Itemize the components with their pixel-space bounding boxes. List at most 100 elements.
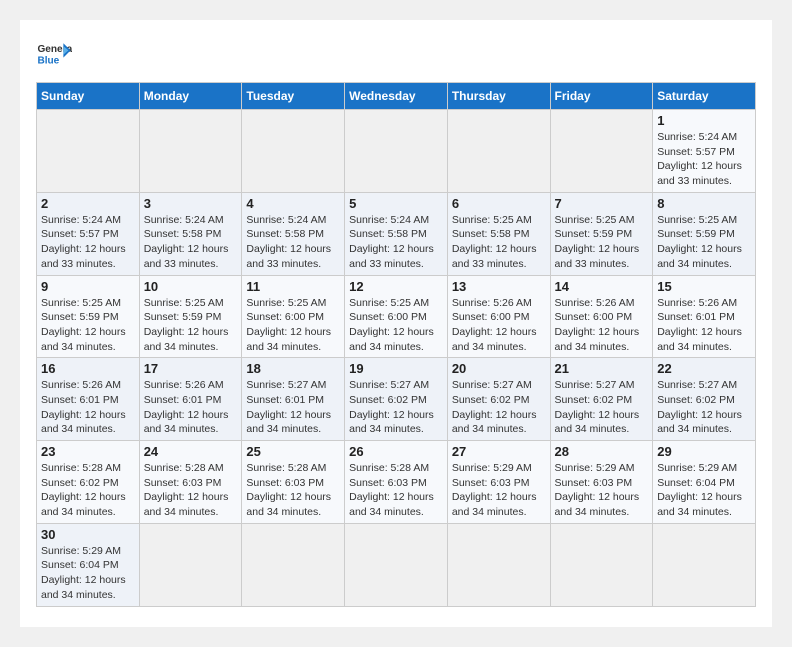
day-info: Sunrise: 5:25 AM Sunset: 5:59 PM Dayligh…	[657, 213, 751, 272]
day-number: 25	[246, 444, 340, 459]
svg-text:Blue: Blue	[37, 55, 59, 66]
day-cell: 29 Sunrise: 5:29 AM Sunset: 6:04 PM Dayli…	[653, 441, 756, 524]
calendar-page: General Blue SundayMondayTuesdayWednesda…	[20, 20, 772, 627]
day-info: Sunrise: 5:26 AM Sunset: 6:01 PM Dayligh…	[41, 378, 135, 437]
day-cell	[139, 523, 242, 606]
day-info: Sunrise: 5:28 AM Sunset: 6:03 PM Dayligh…	[349, 461, 443, 520]
day-number: 2	[41, 196, 135, 211]
day-cell: 16 Sunrise: 5:26 AM Sunset: 6:01 PM Dayli…	[37, 358, 140, 441]
day-cell	[345, 110, 448, 193]
day-number: 22	[657, 361, 751, 376]
col-header-thursday: Thursday	[447, 83, 550, 110]
day-cell	[447, 110, 550, 193]
header: General Blue	[36, 36, 756, 72]
day-number: 30	[41, 527, 135, 542]
week-row-1: 1 Sunrise: 5:24 AM Sunset: 5:57 PM Daylig…	[37, 110, 756, 193]
day-number: 20	[452, 361, 546, 376]
day-cell: 27 Sunrise: 5:29 AM Sunset: 6:03 PM Dayli…	[447, 441, 550, 524]
day-cell: 17 Sunrise: 5:26 AM Sunset: 6:01 PM Dayli…	[139, 358, 242, 441]
day-cell	[37, 110, 140, 193]
day-info: Sunrise: 5:26 AM Sunset: 6:01 PM Dayligh…	[144, 378, 238, 437]
header-row: SundayMondayTuesdayWednesdayThursdayFrid…	[37, 83, 756, 110]
day-info: Sunrise: 5:29 AM Sunset: 6:03 PM Dayligh…	[452, 461, 546, 520]
day-info: Sunrise: 5:25 AM Sunset: 6:00 PM Dayligh…	[246, 296, 340, 355]
day-cell	[447, 523, 550, 606]
day-info: Sunrise: 5:24 AM Sunset: 5:58 PM Dayligh…	[246, 213, 340, 272]
day-number: 12	[349, 279, 443, 294]
day-cell: 18 Sunrise: 5:27 AM Sunset: 6:01 PM Dayli…	[242, 358, 345, 441]
day-cell: 28 Sunrise: 5:29 AM Sunset: 6:03 PM Dayli…	[550, 441, 653, 524]
day-number: 27	[452, 444, 546, 459]
week-row-2: 2 Sunrise: 5:24 AM Sunset: 5:57 PM Daylig…	[37, 192, 756, 275]
day-cell: 11Sunrise: 5:25 AM Sunset: 6:00 PM Dayli…	[242, 275, 345, 358]
logo-icon: General Blue	[36, 36, 72, 72]
day-info: Sunrise: 5:27 AM Sunset: 6:01 PM Dayligh…	[246, 378, 340, 437]
day-cell: 5 Sunrise: 5:24 AM Sunset: 5:58 PM Daylig…	[345, 192, 448, 275]
day-number: 1	[657, 113, 751, 128]
day-info: Sunrise: 5:25 AM Sunset: 5:59 PM Dayligh…	[144, 296, 238, 355]
day-cell: 7 Sunrise: 5:25 AM Sunset: 5:59 PM Daylig…	[550, 192, 653, 275]
day-number: 6	[452, 196, 546, 211]
day-cell: 6 Sunrise: 5:25 AM Sunset: 5:58 PM Daylig…	[447, 192, 550, 275]
day-cell	[139, 110, 242, 193]
day-number: 29	[657, 444, 751, 459]
day-info: Sunrise: 5:26 AM Sunset: 6:00 PM Dayligh…	[452, 296, 546, 355]
col-header-friday: Friday	[550, 83, 653, 110]
day-info: Sunrise: 5:27 AM Sunset: 6:02 PM Dayligh…	[657, 378, 751, 437]
calendar-table: SundayMondayTuesdayWednesdayThursdayFrid…	[36, 82, 756, 607]
day-info: Sunrise: 5:27 AM Sunset: 6:02 PM Dayligh…	[555, 378, 649, 437]
day-number: 15	[657, 279, 751, 294]
col-header-saturday: Saturday	[653, 83, 756, 110]
day-number: 21	[555, 361, 649, 376]
day-number: 19	[349, 361, 443, 376]
day-info: Sunrise: 5:25 AM Sunset: 5:58 PM Dayligh…	[452, 213, 546, 272]
day-number: 18	[246, 361, 340, 376]
day-info: Sunrise: 5:29 AM Sunset: 6:04 PM Dayligh…	[657, 461, 751, 520]
day-number: 4	[246, 196, 340, 211]
day-info: Sunrise: 5:28 AM Sunset: 6:02 PM Dayligh…	[41, 461, 135, 520]
day-number: 24	[144, 444, 238, 459]
day-number: 9	[41, 279, 135, 294]
day-cell	[653, 523, 756, 606]
col-header-tuesday: Tuesday	[242, 83, 345, 110]
week-row-3: 9 Sunrise: 5:25 AM Sunset: 5:59 PM Daylig…	[37, 275, 756, 358]
day-info: Sunrise: 5:26 AM Sunset: 6:00 PM Dayligh…	[555, 296, 649, 355]
day-info: Sunrise: 5:24 AM Sunset: 5:57 PM Dayligh…	[657, 130, 751, 189]
day-info: Sunrise: 5:29 AM Sunset: 6:03 PM Dayligh…	[555, 461, 649, 520]
day-info: Sunrise: 5:25 AM Sunset: 6:00 PM Dayligh…	[349, 296, 443, 355]
day-cell: 9Sunrise: 5:25 AM Sunset: 5:59 PM Daylig…	[37, 275, 140, 358]
day-number: 5	[349, 196, 443, 211]
week-row-5: 23 Sunrise: 5:28 AM Sunset: 6:02 PM Dayli…	[37, 441, 756, 524]
col-header-wednesday: Wednesday	[345, 83, 448, 110]
day-cell	[345, 523, 448, 606]
day-info: Sunrise: 5:24 AM Sunset: 5:57 PM Dayligh…	[41, 213, 135, 272]
day-number: 23	[41, 444, 135, 459]
week-row-4: 16 Sunrise: 5:26 AM Sunset: 6:01 PM Dayli…	[37, 358, 756, 441]
day-number: 17	[144, 361, 238, 376]
day-number: 3	[144, 196, 238, 211]
day-cell: 21 Sunrise: 5:27 AM Sunset: 6:02 PM Dayli…	[550, 358, 653, 441]
day-cell: 19 Sunrise: 5:27 AM Sunset: 6:02 PM Dayli…	[345, 358, 448, 441]
day-cell: 24Sunrise: 5:28 AM Sunset: 6:03 PM Dayli…	[139, 441, 242, 524]
day-number: 28	[555, 444, 649, 459]
logo: General Blue	[36, 36, 74, 72]
day-cell: 30Sunrise: 5:29 AM Sunset: 6:04 PM Dayli…	[37, 523, 140, 606]
day-info: Sunrise: 5:24 AM Sunset: 5:58 PM Dayligh…	[349, 213, 443, 272]
col-header-monday: Monday	[139, 83, 242, 110]
week-row-6: 30Sunrise: 5:29 AM Sunset: 6:04 PM Dayli…	[37, 523, 756, 606]
day-cell: 22 Sunrise: 5:27 AM Sunset: 6:02 PM Dayli…	[653, 358, 756, 441]
day-info: Sunrise: 5:27 AM Sunset: 6:02 PM Dayligh…	[349, 378, 443, 437]
col-header-sunday: Sunday	[37, 83, 140, 110]
day-info: Sunrise: 5:25 AM Sunset: 5:59 PM Dayligh…	[555, 213, 649, 272]
day-cell	[242, 110, 345, 193]
day-number: 16	[41, 361, 135, 376]
day-number: 7	[555, 196, 649, 211]
day-number: 10	[144, 279, 238, 294]
day-number: 13	[452, 279, 546, 294]
day-cell: 20Sunrise: 5:27 AM Sunset: 6:02 PM Dayli…	[447, 358, 550, 441]
day-cell: 4 Sunrise: 5:24 AM Sunset: 5:58 PM Daylig…	[242, 192, 345, 275]
day-info: Sunrise: 5:26 AM Sunset: 6:01 PM Dayligh…	[657, 296, 751, 355]
day-cell: 23 Sunrise: 5:28 AM Sunset: 6:02 PM Dayli…	[37, 441, 140, 524]
day-cell: 2 Sunrise: 5:24 AM Sunset: 5:57 PM Daylig…	[37, 192, 140, 275]
day-number: 26	[349, 444, 443, 459]
